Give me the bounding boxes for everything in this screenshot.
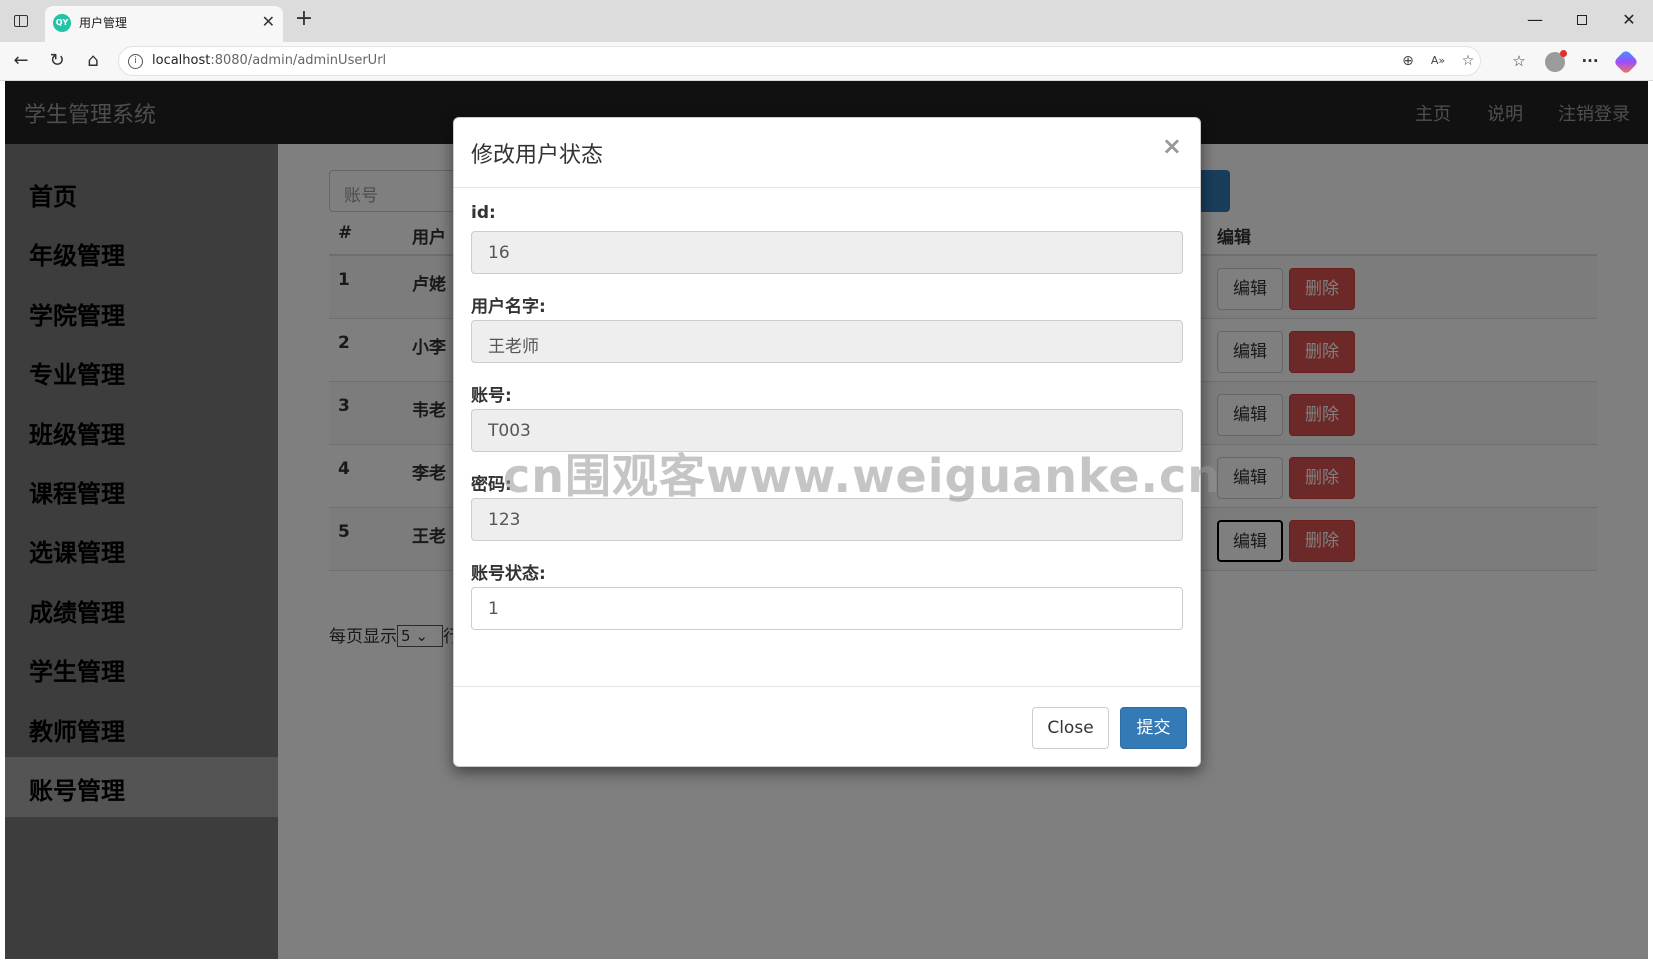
browser-tab[interactable]: QY 用户管理 ✕ [45,6,283,42]
account-field: T003 [471,409,1183,452]
tab-close-icon[interactable]: ✕ [262,12,275,31]
tab-actions-icon[interactable] [10,10,32,32]
account-label: 账号: [471,386,512,406]
site-info-icon[interactable]: i [128,54,143,69]
zoom-icon[interactable]: ⊕ [1397,51,1419,71]
window-close-icon[interactable]: ✕ [1614,8,1644,32]
url-input[interactable]: i localhost:8080/admin/adminUserUrl ⊕ A»… [118,46,1481,76]
more-icon[interactable]: ··· [1578,50,1602,72]
username-label: 用户名字: [471,297,546,317]
password-label: 密码: [471,475,512,495]
tab-title: 用户管理 [79,16,128,30]
copilot-icon[interactable] [1613,48,1639,75]
status-field[interactable]: 1 [471,587,1183,630]
url-text: localhost:8080/admin/adminUserUrl [152,53,386,68]
minimize-icon[interactable]: — [1520,8,1550,32]
browser-tab-strip: QY 用户管理 ✕ + — ✕ [0,0,1653,42]
reload-icon[interactable]: ↻ [44,49,70,73]
username-value: 王老师 [488,337,539,357]
password-field: 123 [471,498,1183,541]
id-value: 16 [488,243,510,263]
address-bar: ← ↻ ⌂ i localhost:8080/admin/adminUserUr… [0,42,1653,81]
edit-status-modal: 修改用户状态 × id: 16 用户名字: 王老师 账号: T003 密码: 1… [453,117,1201,767]
modal-header: 修改用户状态 × [454,118,1200,188]
read-aloud-icon[interactable]: A» [1427,51,1449,71]
password-value: 123 [488,510,521,530]
maximize-icon[interactable] [1567,8,1597,32]
favicon-icon: QY [53,14,71,32]
back-icon[interactable]: ← [8,49,34,73]
modal-footer: Close 提交 [454,686,1200,766]
username-field: 王老师 [471,320,1183,363]
favorite-star-icon[interactable]: ☆ [1457,51,1479,71]
favorites-icon[interactable]: ☆ [1507,50,1531,72]
close-icon[interactable]: × [1162,132,1182,160]
url-path: :8080/admin/adminUserUrl [210,53,387,68]
submit-button[interactable]: 提交 [1120,707,1187,749]
id-field: 16 [471,231,1183,274]
close-button[interactable]: Close [1032,707,1109,749]
status-value: 1 [488,599,499,619]
new-tab-icon[interactable]: + [292,8,316,32]
status-label: 账号状态: [471,564,546,584]
modal-title: 修改用户状态 [471,143,604,168]
web-page: 学生管理系统 主页 说明 注销登录 首页 年级管理 学院管理 专业管理 班级管理… [5,81,1648,959]
account-value: T003 [488,421,531,441]
id-label: id: [471,203,496,223]
profile-icon[interactable] [1543,49,1567,72]
url-host: localhost [152,53,211,68]
home-icon[interactable]: ⌂ [80,49,106,73]
